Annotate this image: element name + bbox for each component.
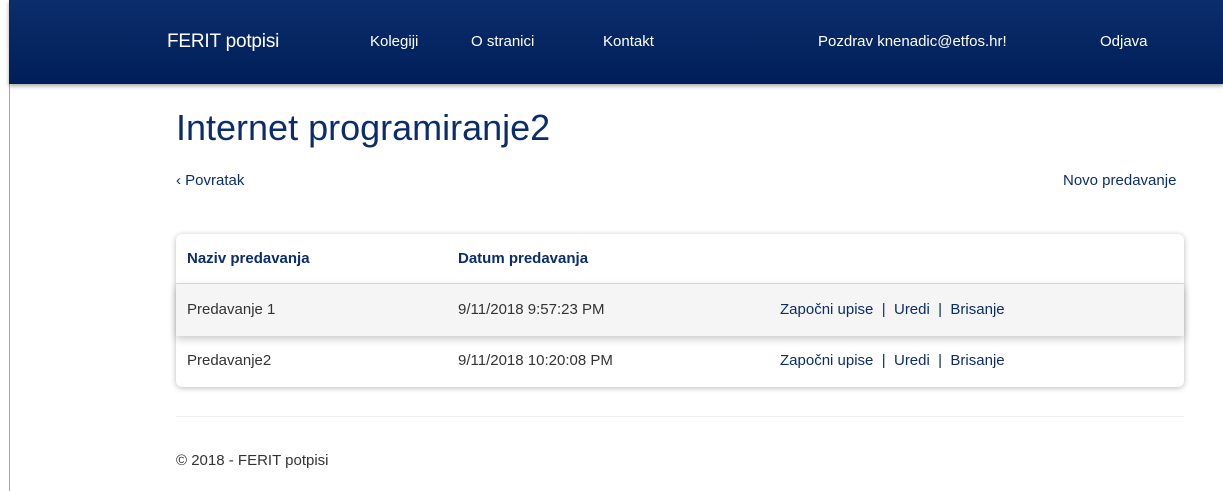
table-row: Predavanje 1 9/11/2018 9:57:23 PM Započn… — [176, 284, 1184, 336]
page-title: Internet programiranje2 — [176, 107, 551, 148]
lecture-name: Predavanje2 — [187, 352, 272, 369]
user-greeting-link[interactable]: Pozdrav knenadic@etfos.hr! — [818, 0, 1007, 84]
column-header-date: Datum predavanja — [458, 250, 589, 267]
separator: | — [877, 352, 890, 369]
table-header: Naziv predavanja Datum predavanja — [176, 234, 1184, 284]
edit-link[interactable]: Uredi — [894, 352, 930, 369]
column-header-name: Naziv predavanja — [187, 250, 310, 267]
nav-item-kontakt[interactable]: Kontakt — [603, 0, 654, 84]
lecture-date: 9/11/2018 10:20:08 PM — [458, 352, 613, 369]
row-actions: Započni upise | Uredi | Brisanje — [780, 335, 1005, 387]
delete-link[interactable]: Brisanje — [950, 352, 1004, 369]
brand-link[interactable]: FERIT potpisi — [167, 0, 279, 84]
table-row: Predavanje2 9/11/2018 10:20:08 PM Započn… — [176, 335, 1184, 387]
window-edge — [9, 60, 10, 491]
nav-item-o-stranici[interactable]: O stranici — [471, 0, 534, 84]
delete-link[interactable]: Brisanje — [950, 301, 1004, 318]
separator: | — [934, 352, 947, 369]
edit-link[interactable]: Uredi — [894, 301, 930, 318]
lecture-date: 9/11/2018 9:57:23 PM — [458, 301, 605, 318]
lectures-table: Naziv predavanja Datum predavanja Predav… — [176, 234, 1184, 387]
footer-copyright: © 2018 - FERIT potpisi — [176, 452, 329, 469]
logout-link[interactable]: Odjava — [1100, 0, 1148, 84]
footer-divider — [176, 416, 1184, 417]
new-lecture-link[interactable]: Novo predavanje — [1063, 172, 1176, 189]
back-link[interactable]: ‹ Povratak — [176, 172, 244, 189]
separator: | — [877, 301, 890, 318]
row-actions: Započni upise | Uredi | Brisanje — [780, 284, 1005, 336]
separator: | — [934, 301, 947, 318]
lecture-name: Predavanje 1 — [187, 301, 276, 318]
nav-item-kolegiji[interactable]: Kolegiji — [370, 0, 418, 84]
top-navbar: FERIT potpisi Kolegiji O stranici Kontak… — [9, 0, 1223, 84]
start-enrollment-link[interactable]: Započni upise — [780, 301, 873, 318]
start-enrollment-link[interactable]: Započni upise — [780, 352, 873, 369]
